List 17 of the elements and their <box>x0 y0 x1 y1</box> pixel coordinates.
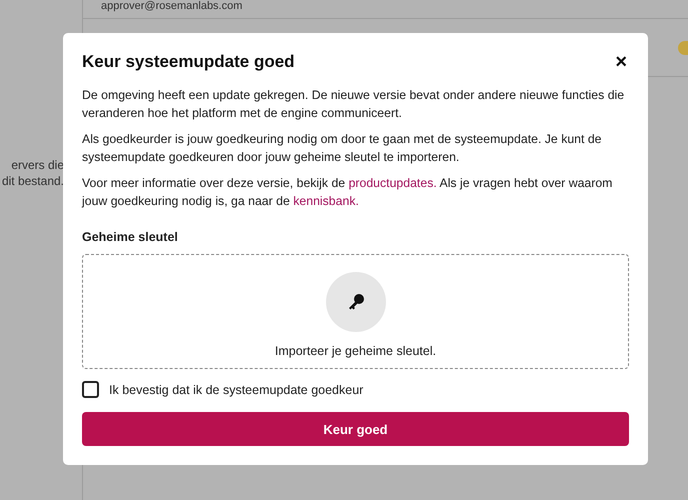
file-dropzone[interactable]: Importeer je geheime sleutel. <box>82 254 629 370</box>
close-button[interactable]: × <box>613 52 629 72</box>
email-text: approver@rosemanlabs.com <box>101 0 242 12</box>
approve-button[interactable]: Keur goed <box>82 412 629 446</box>
paragraph: Als goedkeurder is jouw goedkeuring nodig om door te gaan met de systeemupdate. Je kunt de systeemupdate goedkeuren door jouw geheime sleutel te importeren. <box>82 131 603 166</box>
link[interactable]: kennisbank. <box>293 194 359 208</box>
link[interactable]: productupdates. <box>348 176 437 190</box>
dropzone-text: Importeer je geheime sleutel. <box>274 344 436 358</box>
checkbox-label: Ik bevestig dat ik de systeemupdate goedkeur <box>109 382 364 397</box>
background-text: dit bestand. <box>2 173 64 189</box>
key-icon <box>346 293 364 312</box>
paragraph: De omgeving heeft een update gekregen. De nieuwe versie bevat onder andere nieuwe functies die veranderen hoe het platform met de engine communiceert. <box>82 87 626 122</box>
paragraph: Voor meer informatie over deze versie, bekijk de productupdates. Als je vragen hebt over waarom jouw goedkeuring nodig is, ga naar de kennisbank. <box>82 175 614 210</box>
dialog-title: Keur systeemupdate goed <box>82 52 295 72</box>
field-label: Geheime sleutel <box>82 230 179 244</box>
background-text: ervers die <box>11 157 64 173</box>
checkbox[interactable] <box>82 381 99 398</box>
